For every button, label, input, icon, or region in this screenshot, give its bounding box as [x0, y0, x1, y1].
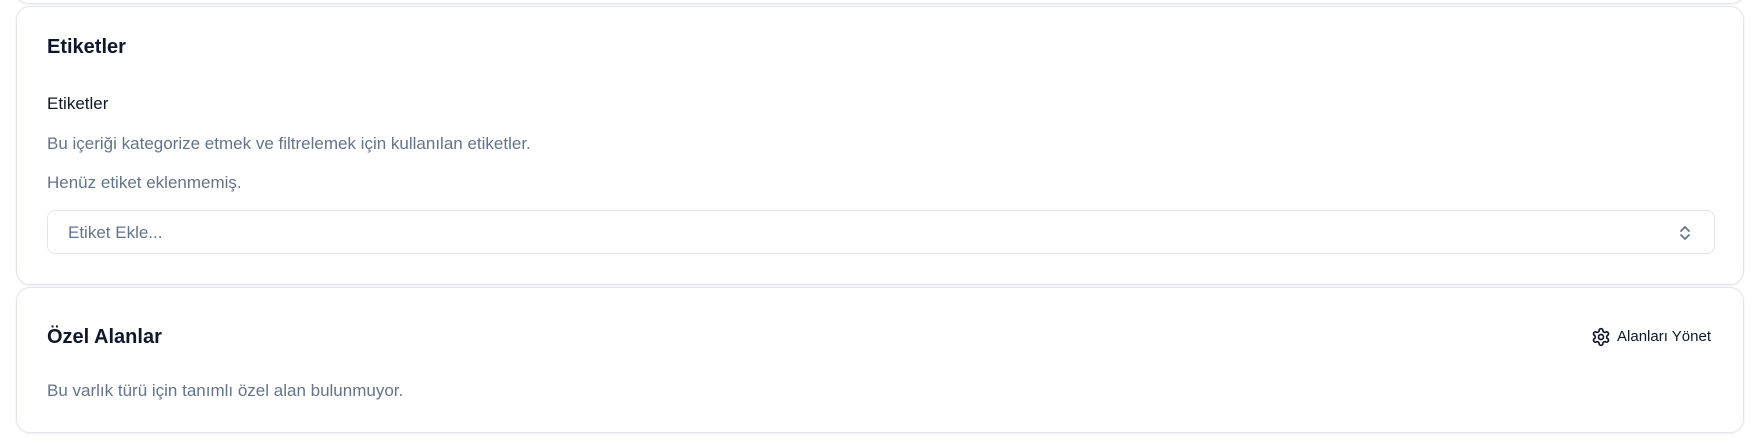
custom-fields-empty-state: Bu varlık türü için tanımlı özel alan bu… [47, 381, 404, 400]
tags-field-label: Etiketler [47, 94, 109, 113]
add-tag-select[interactable]: Etiket Ekle... [47, 210, 1715, 254]
add-tag-placeholder: Etiket Ekle... [68, 223, 163, 242]
manage-fields-label: Alanları Yönet [1617, 328, 1711, 345]
tags-card: Etiketler Etiketler Bu içeriği kategoriz… [16, 6, 1744, 285]
tags-empty-state: Henüz etiket eklenmemiş. [47, 173, 242, 192]
tags-card-title: Etiketler [47, 36, 126, 58]
tags-description: Bu içeriği kategorize etmek ve filtrelem… [47, 134, 531, 153]
custom-fields-title: Özel Alanlar [47, 326, 162, 348]
page: Etiketler Etiketler Bu içeriği kategoriz… [0, 0, 1764, 444]
manage-fields-button[interactable]: Alanları Yönet [1585, 324, 1717, 350]
chevrons-up-down-icon [1676, 223, 1694, 243]
previous-card [16, 0, 1744, 4]
gear-icon [1591, 327, 1611, 347]
custom-fields-card: Özel Alanlar Alanları Yönet Bu varlık tü… [16, 287, 1744, 433]
